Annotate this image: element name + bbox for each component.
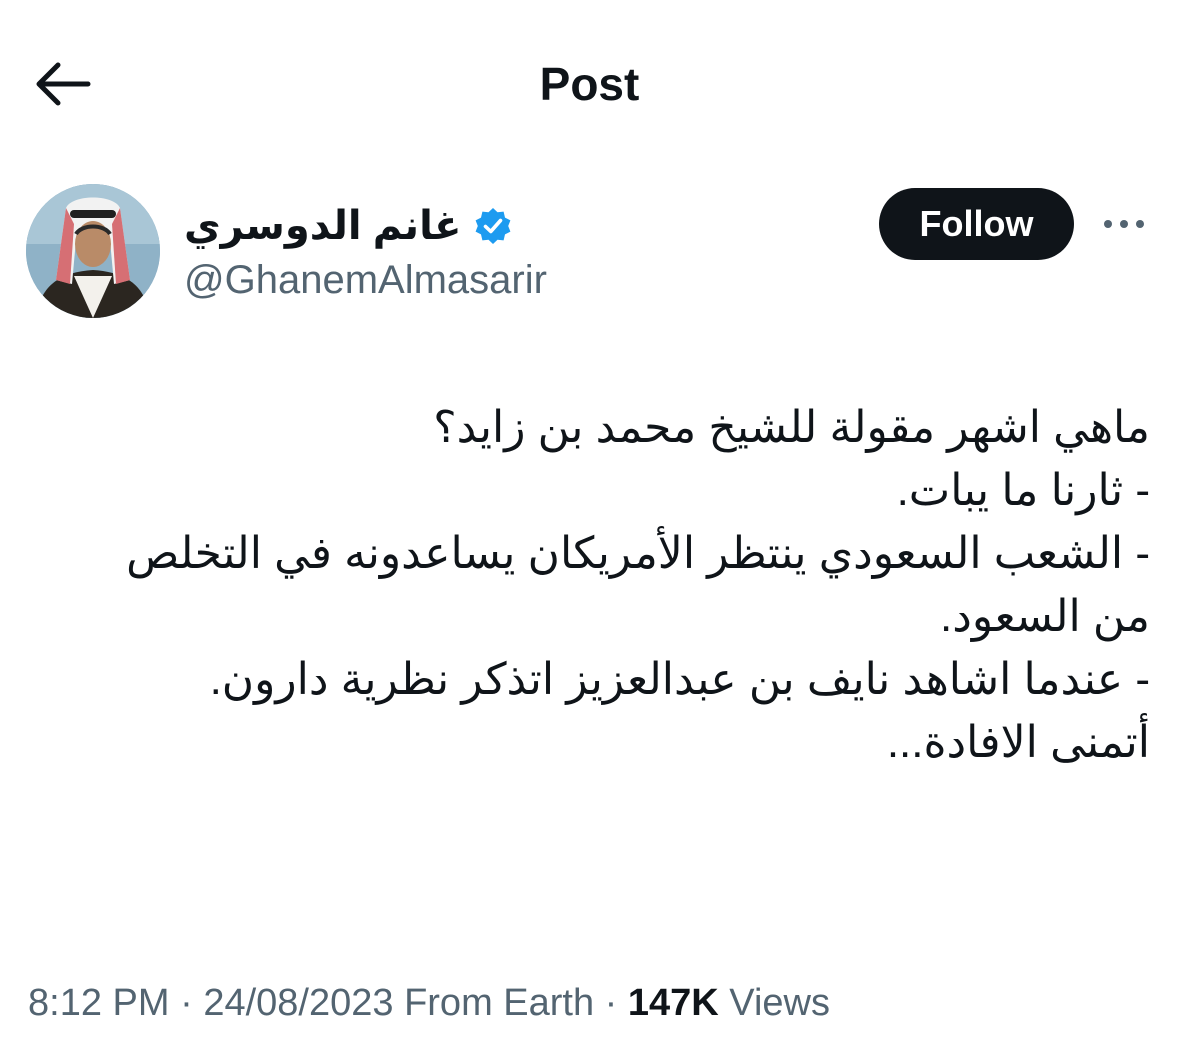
tweet-line: من السعود. xyxy=(940,592,1150,641)
author-display-name[interactable]: غانم الدوسري xyxy=(184,196,461,256)
separator-dot: · xyxy=(180,982,193,1024)
tweet-time[interactable]: 8:12 PM xyxy=(28,982,170,1024)
author-handle[interactable]: @GhanemAlmasarir xyxy=(184,252,547,308)
tweet-line: - ثارنا ما يبات. xyxy=(896,466,1150,515)
avatar[interactable] xyxy=(26,184,160,318)
follow-button[interactable]: Follow xyxy=(879,188,1074,260)
tweet-meta: 8:12 PM · 24/08/2023 From Earth · 147K V… xyxy=(28,978,830,1028)
author-name-row[interactable]: غانم الدوسري xyxy=(184,196,513,256)
tweet-line: - عندما اشاهد نايف بن عبدالعزيز اتذكر نظ… xyxy=(209,655,1150,704)
tweet-line: ماهي اشهر مقولة للشيخ محمد بن زايد؟ xyxy=(433,403,1150,452)
separator-dot: · xyxy=(604,982,618,1024)
more-options-button[interactable] xyxy=(1100,208,1148,240)
views-label: Views xyxy=(729,982,830,1024)
tweet-line: أتمنى الافادة... xyxy=(886,718,1150,767)
views-count[interactable]: 147K xyxy=(628,982,719,1024)
verified-badge-icon xyxy=(473,206,513,246)
more-horizontal-icon xyxy=(1100,208,1148,240)
tweet-source: From Earth xyxy=(404,982,595,1024)
page-title: Post xyxy=(539,58,640,110)
tweet-date[interactable]: 24/08/2023 xyxy=(203,982,393,1024)
tweet-text: ماهي اشهر مقولة للشيخ محمد بن زايد؟ - ثا… xyxy=(30,396,1150,774)
top-bar: Post xyxy=(0,0,1179,165)
tweet-line: - الشعب السعودي ينتظر الأمريكان يساعدونه… xyxy=(126,529,1150,578)
